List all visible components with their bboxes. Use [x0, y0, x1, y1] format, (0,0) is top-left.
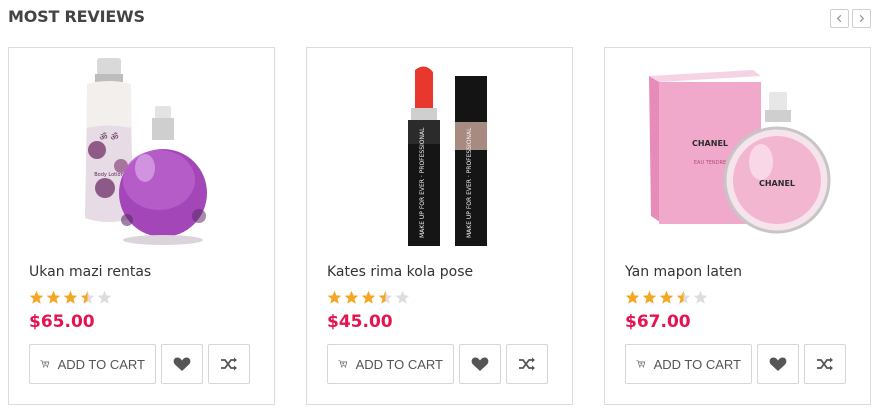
heart-icon [173, 357, 191, 371]
product-name[interactable]: Kates rima kola pose [327, 264, 473, 280]
product-image-perfume[interactable]: CHANEL EAU TENDRE CHANEL [605, 48, 870, 248]
product-price: $65.00 [29, 312, 95, 332]
star-icon [625, 290, 640, 304]
product-actions: ADD TO CART [29, 344, 250, 384]
heart-icon [471, 357, 489, 371]
perfume-box-illustration: CHANEL EAU TENDRE CHANEL [649, 70, 831, 234]
add-to-cart-button[interactable]: ADD TO CART [625, 344, 752, 384]
star-icon [642, 290, 657, 304]
product-actions: ADD TO CART [327, 344, 548, 384]
add-to-cart-label: ADD TO CART [653, 356, 741, 372]
carousel-nav [830, 9, 871, 28]
add-to-cart-button[interactable]: ADD TO CART [327, 344, 454, 384]
svg-text:MAKE UP FOR EVER · PROFESSIONA: MAKE UP FOR EVER · PROFESSIONAL [419, 127, 426, 238]
heart-icon [769, 357, 787, 371]
cart-icon [338, 360, 348, 368]
lotion-perfume-illustration: ॐ ॐ Body Lotion [85, 58, 207, 245]
section-title: MOST REVIEWS [8, 7, 145, 26]
star-icon [97, 290, 112, 304]
product-image-lipstick[interactable]: MAKE UP FOR EVER · PROFESSIONAL MAKE UP … [307, 48, 572, 248]
star-icon [693, 290, 708, 304]
chevron-right-icon [859, 14, 865, 23]
star-icon [46, 290, 61, 304]
compare-button[interactable] [804, 344, 846, 384]
star-icon [327, 290, 342, 304]
star-icon [80, 290, 95, 304]
svg-text:MAKE UP FOR EVER · PROFESSIONA: MAKE UP FOR EVER · PROFESSIONAL [466, 127, 473, 238]
chevron-left-icon [836, 14, 842, 23]
product-card: MAKE UP FOR EVER · PROFESSIONAL MAKE UP … [306, 47, 573, 405]
wishlist-button[interactable] [459, 344, 501, 384]
product-name[interactable]: Ukan mazi rentas [29, 264, 151, 280]
product-price: $67.00 [625, 312, 691, 332]
add-to-cart-button[interactable]: ADD TO CART [29, 344, 156, 384]
add-to-cart-label: ADD TO CART [57, 356, 145, 372]
star-icon [361, 290, 376, 304]
svg-text:CHANEL: CHANEL [692, 139, 728, 148]
svg-text:Body Lotion: Body Lotion [94, 172, 124, 178]
product-image-lotion[interactable]: ॐ ॐ Body Lotion [9, 48, 274, 248]
shuffle-icon [519, 357, 535, 371]
product-price: $45.00 [327, 312, 393, 332]
product-card: CHANEL EAU TENDRE CHANEL Yan mapon laten… [604, 47, 871, 405]
compare-button[interactable] [506, 344, 548, 384]
star-icon [676, 290, 691, 304]
star-icon [63, 290, 78, 304]
shuffle-icon [221, 357, 237, 371]
star-icon [344, 290, 359, 304]
wishlist-button[interactable] [757, 344, 799, 384]
star-icon [395, 290, 410, 304]
star-rating [29, 290, 112, 305]
prev-button[interactable] [830, 9, 849, 28]
product-name[interactable]: Yan mapon laten [625, 264, 742, 280]
svg-text:CHANEL: CHANEL [759, 179, 795, 188]
star-icon [378, 290, 393, 304]
star-rating [327, 290, 410, 305]
wishlist-button[interactable] [161, 344, 203, 384]
lipstick-illustration: MAKE UP FOR EVER · PROFESSIONAL MAKE UP … [408, 66, 487, 246]
star-rating [625, 290, 708, 305]
compare-button[interactable] [208, 344, 250, 384]
product-card: ॐ ॐ Body Lotion Ukan mazi rentas $65.00 … [8, 47, 275, 405]
cart-icon [40, 360, 50, 368]
svg-text:ॐ ॐ: ॐ ॐ [99, 132, 118, 143]
next-button[interactable] [852, 9, 871, 28]
shuffle-icon [817, 357, 833, 371]
product-list: ॐ ॐ Body Lotion Ukan mazi rentas $65.00 … [8, 47, 871, 405]
product-actions: ADD TO CART [625, 344, 846, 384]
star-icon [659, 290, 674, 304]
svg-text:EAU TENDRE: EAU TENDRE [694, 160, 726, 166]
cart-icon [636, 360, 646, 368]
star-icon [29, 290, 44, 304]
add-to-cart-label: ADD TO CART [355, 356, 443, 372]
